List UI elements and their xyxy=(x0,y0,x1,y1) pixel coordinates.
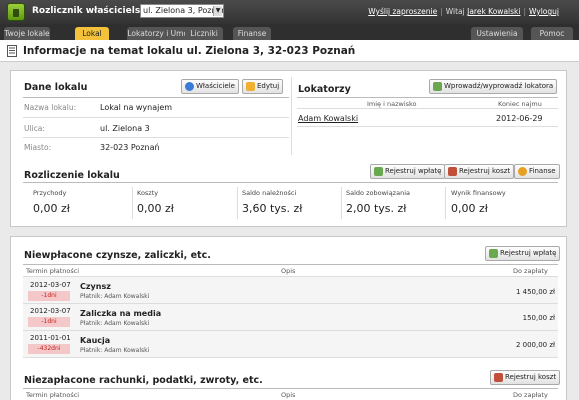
stat-value-revenue: 0,00 zł xyxy=(33,202,70,215)
register-payment-button-label: Rejestruj wpłatę xyxy=(385,167,442,175)
tenant-end-date: 2012-06-29 xyxy=(496,114,543,123)
door-icon xyxy=(433,82,442,91)
chevron-down-icon: ▼ xyxy=(213,6,222,16)
unpaid-register-cost-button-label: Rejestruj koszt xyxy=(505,373,557,381)
unpaid-col-amount: Do zapłaty xyxy=(513,267,548,275)
unpaid-register-cost-button[interactable]: Rejestruj koszt xyxy=(490,370,561,385)
property-select-value: ul. Zielona 3, Poznań xyxy=(143,6,224,15)
owners-icon xyxy=(185,82,194,91)
unpaid-col-desc: Opis xyxy=(281,267,296,275)
field-value-street: ul. Zielona 3 xyxy=(100,124,150,133)
register-payment-button[interactable]: Rejestruj wpłatę xyxy=(370,164,446,179)
cost-icon xyxy=(494,373,503,382)
unpaid-panel: Niewpłacone czynsze, zaliczki, etc. Reje… xyxy=(10,236,567,400)
unpaid-register-payment-button-label: Rejestruj wpłatę xyxy=(500,249,557,257)
field-label-street: Ulica: xyxy=(24,124,45,133)
register-cost-button[interactable]: Rejestruj koszt xyxy=(444,164,515,179)
tab-finance[interactable]: Finanse xyxy=(233,27,271,40)
register-cost-button-label: Rejestruj koszt xyxy=(459,167,511,175)
document-icon xyxy=(7,45,17,57)
field-label-name: Nazwa lokalu: xyxy=(24,103,77,112)
tab-property[interactable]: Lokal xyxy=(75,27,109,40)
top-links: Wyślij zaproszenie | Witaj Jarek Kowalski |… xyxy=(368,7,559,16)
edit-button[interactable]: Edytuj xyxy=(242,79,284,94)
tab-help[interactable]: Pomoc xyxy=(531,27,573,40)
row-amount: 1 450,00 zł xyxy=(515,288,555,296)
tenants-title: Lokatorzy xyxy=(298,84,351,95)
property-info-panel: Dane lokalu Właściciele Edytuj Nazwa lok… xyxy=(10,70,567,227)
row-title: Kaucja xyxy=(80,336,111,345)
logout-link[interactable]: Wyloguj xyxy=(529,7,559,16)
stat-label-liabilities: Saldo zobowiązania xyxy=(346,189,410,197)
owners-button-label: Właściciele xyxy=(196,82,235,90)
overdue-badge: -1dni xyxy=(28,317,70,327)
row-due-date: 2012-03-07 xyxy=(30,281,71,289)
property-select[interactable]: ul. Zielona 3, Poznań ▼ xyxy=(140,4,224,18)
stat-label-costs: Koszty xyxy=(137,189,159,197)
overdue-badge: -432dni xyxy=(28,344,70,354)
bills-col-desc: Opis xyxy=(281,391,296,399)
field-value-city: 32-023 Poznań xyxy=(100,143,160,152)
unpaid-register-payment-button[interactable]: Rejestruj wpłatę xyxy=(485,246,561,261)
page-header: Informacje na temat lokalu ul. Zielona 3… xyxy=(0,40,579,62)
finance-button[interactable]: Finanse xyxy=(514,164,560,179)
pencil-icon xyxy=(246,82,255,91)
row-due-date: 2011-01-01 xyxy=(30,334,71,342)
stat-value-result: 0,00 zł xyxy=(451,202,488,215)
field-value-name: Lokal na wynajem xyxy=(100,103,173,112)
row-payer: Płatnik: Adam Kowalski xyxy=(80,347,150,354)
bills-col-due: Termin płatności xyxy=(26,391,80,399)
row-payer: Płatnik: Adam Kowalski xyxy=(80,293,150,300)
tab-settings[interactable]: Ustawienia xyxy=(471,27,523,40)
overdue-badge: -1dni xyxy=(28,291,70,301)
cost-icon xyxy=(448,167,457,176)
move-in-out-button-label: Wprowadź/wyprowadź lokatora xyxy=(444,82,554,90)
payment-icon xyxy=(374,167,383,176)
move-in-out-button[interactable]: Wprowadź/wyprowadź lokatora xyxy=(429,79,558,94)
settlement-title: Rozliczenie lokalu xyxy=(24,170,120,181)
row-due-date: 2012-03-07 xyxy=(30,307,71,315)
row-amount: 2 000,00 zł xyxy=(515,341,555,349)
stat-value-costs: 0,00 zł xyxy=(137,202,174,215)
stat-label-result: Wynik finansowy xyxy=(451,189,506,197)
edit-button-label: Edytuj xyxy=(257,82,280,90)
field-label-city: Miasto: xyxy=(24,143,52,152)
page-title: Informacje na temat lokalu ul. Zielona 3… xyxy=(23,45,356,57)
property-data-title: Dane lokalu xyxy=(24,82,88,93)
row-title: Zaliczka na media xyxy=(80,309,162,318)
unpaid-rents-title: Niewpłacone czynsze, zaliczki, etc. xyxy=(24,250,211,261)
owners-button[interactable]: Właściciele xyxy=(181,79,239,94)
main-tabs: Twoje lokale Lokal Lokatorzy i Umowy Lic… xyxy=(0,24,579,40)
unpaid-col-due: Termin płatności xyxy=(26,267,80,275)
stat-value-receivables: 3,60 tys. zł xyxy=(242,202,303,215)
stat-label-receivables: Saldo należności xyxy=(242,189,297,197)
send-invite-link[interactable]: Wyślij zaproszenie xyxy=(368,7,437,16)
tab-your-properties[interactable]: Twoje lokale xyxy=(4,27,50,40)
tenants-col-name: Imię i nazwisko xyxy=(367,100,417,108)
top-bar: Rozlicznik właścicielski dla ul. Zielona… xyxy=(0,0,579,24)
row-payer: Płatnik: Adam Kowalski xyxy=(80,320,150,327)
stat-label-revenue: Przychody xyxy=(33,189,67,197)
row-title: Czynsz xyxy=(80,282,111,291)
gear-icon xyxy=(518,167,527,176)
unpaid-bills-title: Niezapłacone rachunki, podatki, zwroty, … xyxy=(24,375,263,386)
greeting-text: Witaj xyxy=(445,7,465,16)
tenants-col-end: Koniec najmu xyxy=(498,100,542,108)
finance-button-label: Finanse xyxy=(529,167,556,175)
bills-col-amount: Do zapłaty xyxy=(513,391,548,399)
payment-icon xyxy=(489,249,498,258)
tab-meters[interactable]: Liczniki xyxy=(185,27,223,40)
tenant-name-link[interactable]: Adam Kowalski xyxy=(298,114,358,123)
app-logo-icon xyxy=(7,3,25,21)
user-link[interactable]: Jarek Kowalski xyxy=(467,7,520,16)
row-amount: 150,00 zł xyxy=(522,314,555,322)
stat-value-liabilities: 2,00 tys. zł xyxy=(346,202,407,215)
